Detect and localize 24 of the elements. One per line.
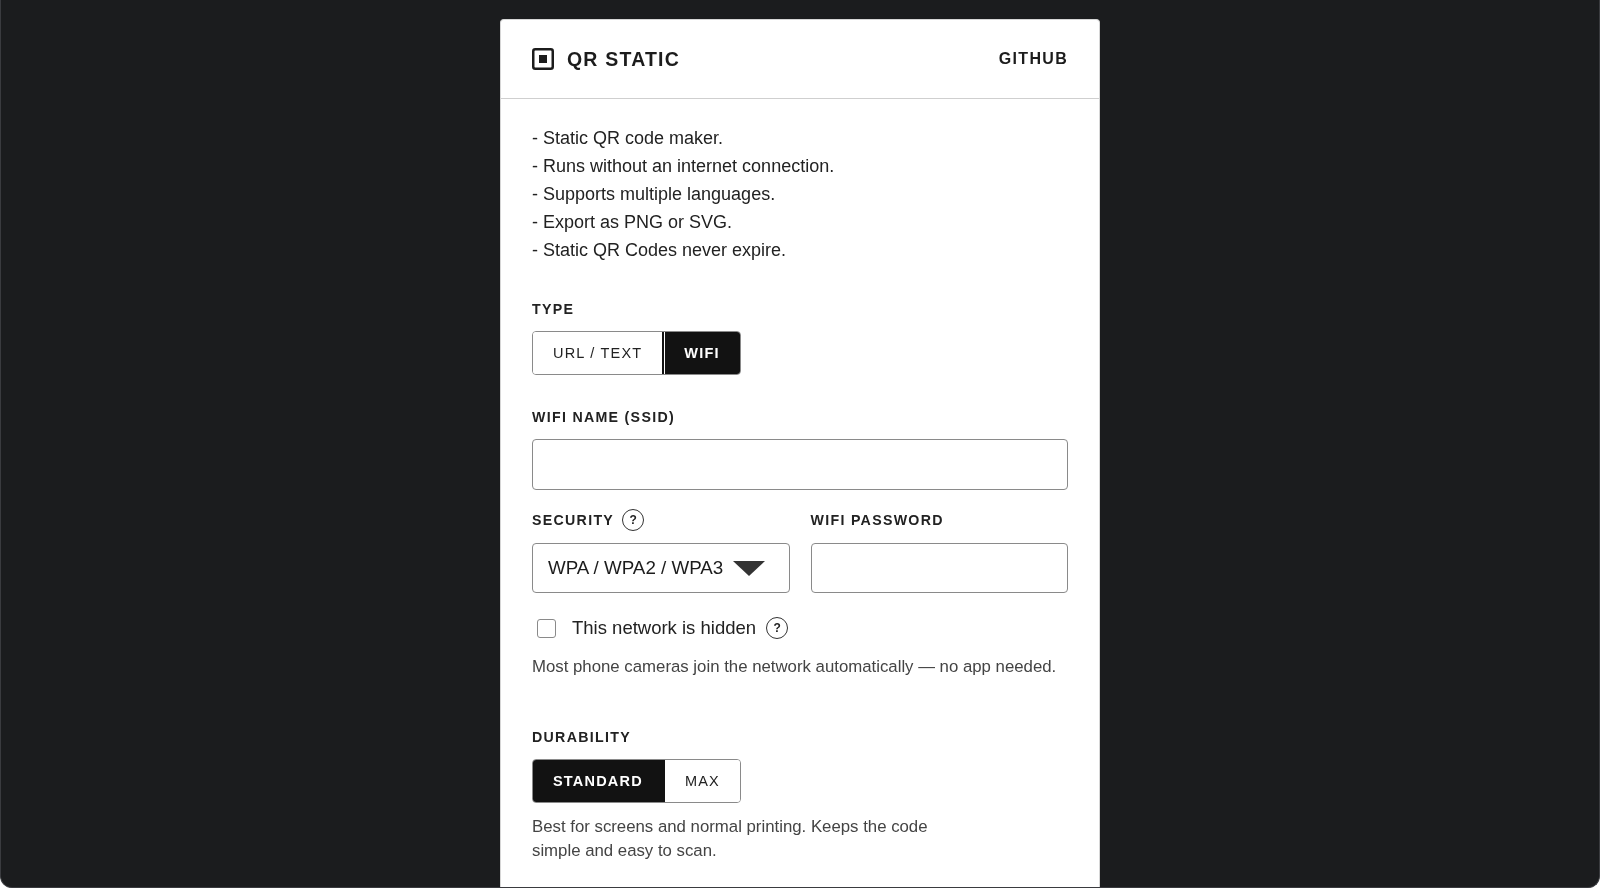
- section-label: DURABILITY: [532, 729, 632, 745]
- feature-text: - Runs without an internet connection.: [532, 155, 836, 178]
- segment-tab[interactable]: STANDARD: [533, 760, 663, 802]
- field-label: SECURITY: [532, 512, 615, 528]
- github-link[interactable]: GITHUB: [998, 50, 1068, 68]
- feature-text: - Static QR code maker.: [532, 127, 725, 150]
- section-label: TYPE: [532, 301, 576, 317]
- segment-tab[interactable]: WIFI: [662, 332, 740, 374]
- ssid-input[interactable]: [532, 439, 1068, 490]
- description-text: Best for screens and normal printing. Keeps the code simple and easy to scan.: [532, 816, 929, 862]
- caret-icon: [733, 560, 766, 576]
- hint-text: Most phone cameras join the network automatically — no app needed.: [532, 657, 1058, 677]
- field-label: WIFI NAME (SSID): [532, 409, 676, 425]
- checkbox-label: This network is hidden: [572, 617, 757, 639]
- feature-text: - Static QR Codes never expire.: [532, 239, 788, 262]
- security-select[interactable]: WPA / WPA2 / WPA3: [532, 543, 790, 593]
- password-input[interactable]: [810, 543, 1068, 593]
- segment-tab[interactable]: MAX: [662, 760, 740, 802]
- app-title: QR STATIC: [567, 47, 680, 71]
- field-label: WIFI PASSWORD: [810, 512, 944, 528]
- feature-text: - Supports multiple languages.: [532, 183, 777, 206]
- hidden-checkbox[interactable]: [537, 618, 556, 638]
- square-logo-icon: [532, 48, 554, 70]
- feature-text: - Export as PNG or SVG.: [532, 211, 734, 234]
